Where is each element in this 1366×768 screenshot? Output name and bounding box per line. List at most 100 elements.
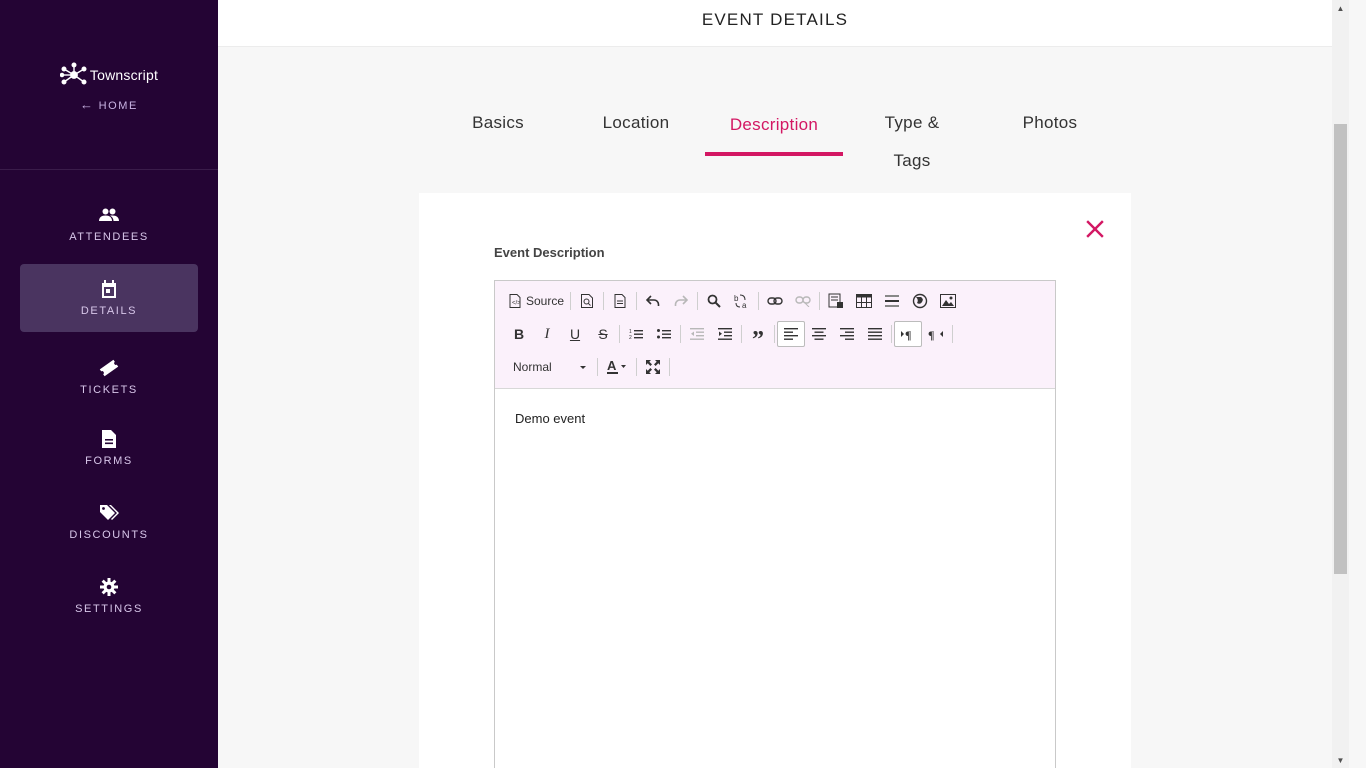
- svg-text:</>: </>: [512, 301, 521, 307]
- sidebar-item-attendees[interactable]: ATTENDEES: [20, 190, 198, 258]
- chevron-down-icon: [580, 365, 586, 369]
- undo-button[interactable]: [639, 288, 667, 314]
- image-button[interactable]: [934, 288, 962, 314]
- text-direction-rtl-button[interactable]: ¶: [922, 321, 950, 347]
- redo-button[interactable]: [667, 288, 695, 314]
- sidebar-item-discounts[interactable]: DISCOUNTS: [20, 488, 198, 556]
- outdent-icon: [690, 328, 704, 340]
- underline-button[interactable]: U: [561, 321, 589, 347]
- strikethrough-button[interactable]: S: [589, 321, 617, 347]
- link-button[interactable]: [761, 288, 789, 314]
- templates-button[interactable]: [606, 288, 634, 314]
- numbered-list-button[interactable]: 12: [622, 321, 650, 347]
- gear-icon: [99, 577, 119, 597]
- editor-content-area[interactable]: Demo event: [495, 389, 1055, 768]
- sidebar: Townscript ← HOME ATTENDEES DETAILS TICKE…: [0, 0, 218, 768]
- tab-type-tags[interactable]: Type & Tags: [843, 104, 981, 180]
- decrease-indent-button[interactable]: [683, 321, 711, 347]
- bold-button[interactable]: B: [505, 321, 533, 347]
- preview-button[interactable]: [573, 288, 601, 314]
- svg-text:b: b: [734, 294, 739, 303]
- source-label: Source: [526, 294, 565, 308]
- align-center-icon: [812, 328, 826, 340]
- svg-text:¶: ¶: [928, 328, 934, 341]
- increase-indent-button[interactable]: [711, 321, 739, 347]
- italic-icon: I: [544, 325, 550, 342]
- undo-icon: [646, 295, 660, 306]
- align-left-icon: [784, 328, 798, 340]
- unlink-button[interactable]: [789, 288, 817, 314]
- tab-location[interactable]: Location: [567, 104, 705, 142]
- table-button[interactable]: [850, 288, 878, 314]
- replace-button[interactable]: ba: [728, 288, 756, 314]
- event-description-label: Event Description: [494, 245, 605, 260]
- template-icon: [614, 294, 626, 308]
- format-value: Normal: [513, 360, 552, 374]
- image-icon: [940, 294, 957, 308]
- justify-button[interactable]: [861, 321, 889, 347]
- arrow-left-icon: ←: [79, 97, 95, 112]
- numbered-list-icon: 12: [629, 329, 643, 340]
- sidebar-item-tickets[interactable]: TICKETS: [20, 343, 198, 411]
- align-right-button[interactable]: [833, 321, 861, 347]
- sidebar-item-settings[interactable]: SETTINGS: [20, 562, 198, 630]
- sidebar-item-label: DETAILS: [80, 305, 138, 317]
- vertical-scrollbar[interactable]: ▲ ▼: [1332, 0, 1349, 768]
- home-label: HOME: [98, 100, 138, 112]
- townscript-logo[interactable]: Townscript: [0, 62, 218, 88]
- sidebar-item-label: DISCOUNTS: [69, 529, 149, 541]
- italic-button[interactable]: I: [533, 321, 561, 347]
- insert-anchor-button[interactable]: [822, 288, 850, 314]
- svg-text:2: 2: [629, 335, 632, 340]
- replace-icon: ba: [734, 294, 747, 309]
- horizontal-rule-button[interactable]: [878, 288, 906, 314]
- align-justify-icon: [868, 328, 882, 340]
- tab-photos[interactable]: Photos: [981, 104, 1119, 142]
- description-text: Demo event: [515, 411, 586, 426]
- scroll-down-arrow-icon[interactable]: ▼: [1332, 752, 1349, 768]
- rich-text-editor: </> Source ba B I U S 1 2 ” ¶ ¶ Normal A…: [494, 280, 1056, 768]
- source-button[interactable]: </> Source: [505, 288, 568, 314]
- blockquote-button[interactable]: ”: [744, 321, 772, 353]
- scroll-up-arrow-icon[interactable]: ▲: [1332, 0, 1349, 16]
- redo-icon: [674, 295, 689, 306]
- home-link[interactable]: ← HOME: [0, 97, 218, 112]
- close-button[interactable]: [1083, 217, 1107, 241]
- align-left-button[interactable]: [777, 321, 805, 347]
- sidebar-item-forms[interactable]: FORMS: [20, 414, 198, 482]
- svg-text:¶: ¶: [905, 328, 911, 341]
- logo-icon: [59, 62, 87, 85]
- brand-name: Townscript: [89, 67, 159, 83]
- tab-description[interactable]: Description: [705, 106, 843, 144]
- find-button[interactable]: [700, 288, 728, 314]
- maximize-button[interactable]: [639, 354, 667, 380]
- sidebar-item-details[interactable]: DETAILS: [20, 264, 198, 332]
- bulleted-list-button[interactable]: [650, 321, 678, 347]
- align-right-icon: [840, 328, 854, 340]
- globe-icon: [912, 293, 928, 309]
- people-icon: [99, 205, 119, 225]
- align-center-button[interactable]: [805, 321, 833, 347]
- text-direction-ltr-button[interactable]: ¶: [894, 321, 922, 347]
- close-icon: [1086, 220, 1104, 238]
- underline-icon: U: [569, 326, 581, 342]
- sidebar-item-label: TICKETS: [80, 384, 138, 396]
- unlink-icon: [795, 296, 811, 307]
- tab-bar: Basics Location Description Type & Tags …: [429, 104, 1119, 194]
- rtl-icon: ¶: [928, 328, 943, 341]
- calendar-icon: [99, 279, 119, 299]
- scrollbar-thumb[interactable]: [1334, 124, 1347, 574]
- tab-basics[interactable]: Basics: [429, 104, 567, 142]
- bold-icon: B: [513, 326, 525, 342]
- sidebar-item-label: ATTENDEES: [69, 231, 149, 243]
- document-icon: [99, 429, 119, 449]
- anchor-doc-icon: [828, 293, 844, 308]
- format-dropdown[interactable]: Normal: [505, 354, 591, 380]
- iframe-button[interactable]: [906, 288, 934, 314]
- sidebar-item-label: FORMS: [85, 455, 133, 467]
- sidebar-item-label: SETTINGS: [75, 603, 143, 615]
- text-color-button[interactable]: A: [600, 354, 634, 380]
- source-icon: </>: [509, 294, 521, 308]
- svg-text:a: a: [742, 301, 747, 309]
- link-icon: [767, 297, 783, 305]
